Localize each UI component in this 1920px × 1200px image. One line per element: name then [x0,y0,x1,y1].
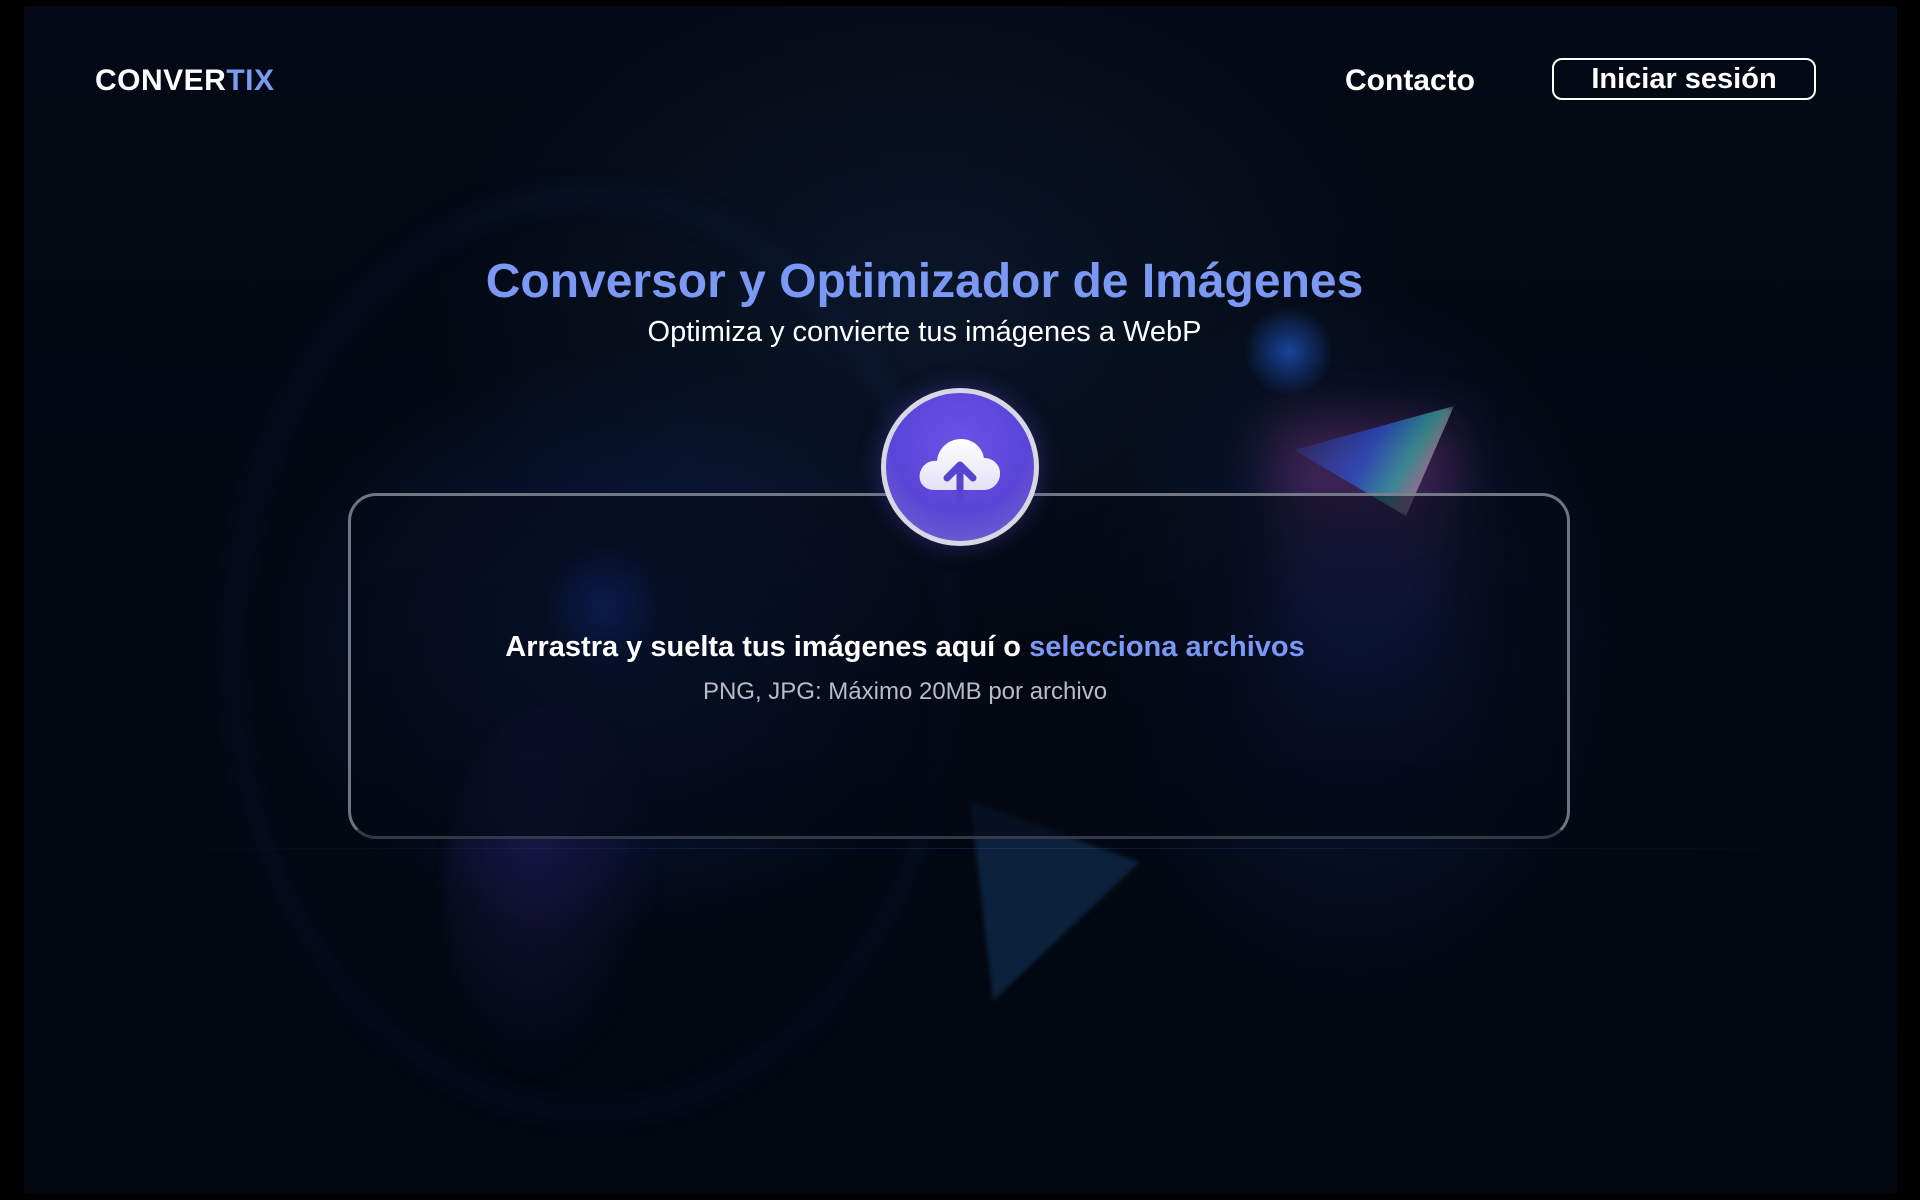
page-title: Conversor y Optimizador de Imágenes [485,255,1364,308]
upload-button[interactable] [881,388,1039,546]
select-files-link[interactable]: selecciona archivos [1029,631,1305,663]
dropzone-instructions: Arrastra y suelta tus imágenes aquí o se… [294,631,1516,664]
background-divider-line [104,848,1864,849]
cloud-upload-icon [919,439,1001,504]
logo-text-suffix: TIX [226,64,275,97]
page-viewport: CONVERTIX Contacto Iniciar sesión Conver… [24,6,1897,1194]
screen-frame: CONVERTIX Contacto Iniciar sesión Conver… [0,0,1920,1200]
logo-text-prefix: CONVER [95,64,227,97]
nav-link-contact[interactable]: Contacto [1345,64,1475,98]
login-button[interactable]: Iniciar sesión [1552,58,1816,100]
page-subtitle: Optimiza y convierte tus imágenes a WebP [647,316,1202,348]
dropzone-text: Arrastra y suelta tus imágenes aquí o [505,631,1030,663]
brand-logo[interactable]: CONVERTIX [95,64,275,98]
file-format-hint: PNG, JPG: Máximo 20MB por archivo [702,678,1108,705]
